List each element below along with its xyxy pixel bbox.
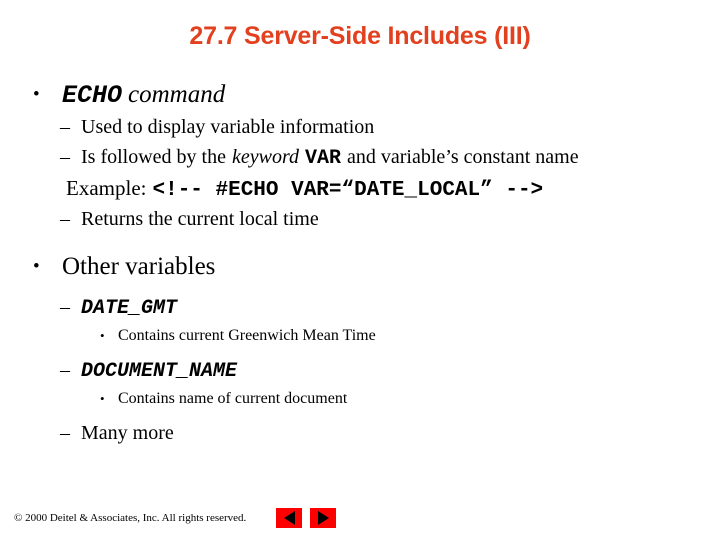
example-label: Example: [66, 176, 147, 200]
inline-text: command [128, 81, 226, 108]
list-item-label: Many more [81, 422, 174, 444]
slide-footer: © 2000 Deitel & Associates, Inc. All rig… [14, 508, 720, 532]
list-item: • Contains name of current document [0, 385, 720, 412]
copyright-notice: © 2000 Deitel & Associates, Inc. All rig… [14, 512, 247, 524]
page-title: 27.7 Server-Side Includes (III) [189, 22, 531, 50]
list-item-label: Contains name of current document [118, 390, 348, 407]
next-slide-button[interactable] [310, 508, 336, 528]
triangle-left-icon [283, 511, 295, 525]
inline-code: ECHO [62, 81, 123, 110]
bullet-dash-icon: – [60, 146, 70, 168]
triangle-right-icon [317, 511, 329, 525]
list-item: • Contains current Greenwich Mean Time [0, 322, 720, 349]
list-item-label: Other variables [62, 253, 216, 280]
example-code: <!-- #ECHO VAR=“DATE_LOCAL” --> [152, 179, 544, 202]
bullet-dash-icon: – [60, 208, 70, 230]
inline-code: VAR [305, 147, 342, 170]
bullet-dash-icon: – [60, 116, 70, 138]
list-item: – Used to display variable information [0, 112, 720, 142]
list-item: – DATE_GMT [0, 292, 720, 322]
inline-emphasis: keyword [231, 146, 299, 168]
bullet-disc-icon: • [100, 391, 105, 406]
example-label-wrapper: Example: <!-- #ECHO VAR=“DATE_LOCAL” --> [66, 172, 543, 207]
inline-code: DOCUMENT_NAME [81, 360, 238, 383]
slide-canvas: 27.7 Server-Side Includes (III) • ECHO co… [0, 0, 720, 540]
list-item: • ECHO command [0, 78, 720, 112]
bullet-disc-icon: • [100, 328, 105, 343]
example-line: Example: <!-- #ECHO VAR=“DATE_LOCAL” --> [0, 172, 720, 204]
list-item: • Other variables [0, 250, 720, 284]
list-item: – Returns the current local time [0, 204, 720, 234]
bullet-disc-icon: • [33, 256, 40, 277]
slide-body: • ECHO command – Used to display variable… [0, 78, 720, 448]
bullet-dash-icon: – [60, 359, 70, 381]
list-item-label: ECHO command [62, 78, 225, 113]
list-item-label: Used to display variable information [81, 116, 375, 138]
list-item-label: Returns the current local time [81, 208, 319, 230]
list-item: – Is followed by the keyword VAR and variab… [0, 142, 720, 172]
list-item: – Many more [0, 418, 720, 448]
inline-code: DATE_GMT [81, 297, 178, 320]
previous-slide-button[interactable] [276, 508, 302, 528]
bullet-disc-icon: • [33, 84, 40, 105]
bullet-dash-icon: – [60, 422, 70, 444]
list-item-label: Contains current Greenwich Mean Time [118, 327, 376, 344]
inline-text: Is followed by the [81, 146, 226, 168]
list-item: – DOCUMENT_NAME [0, 355, 720, 385]
inline-text: and variable’s constant name [347, 146, 579, 168]
bullet-dash-icon: – [60, 296, 70, 318]
list-item-label: Is followed by the keyword VAR and variable… [81, 142, 579, 174]
